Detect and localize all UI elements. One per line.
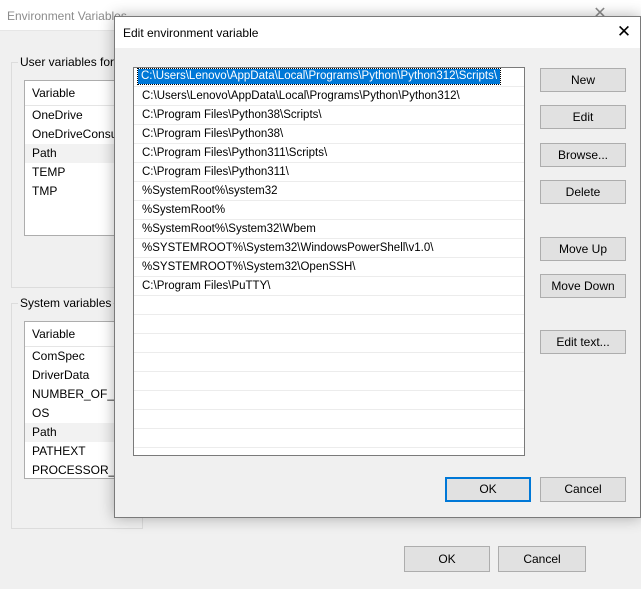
delete-button[interactable]: Delete <box>540 180 626 204</box>
ok-button[interactable]: OK <box>445 477 531 502</box>
path-list-item[interactable]: C:\Users\Lenovo\AppData\Local\Programs\P… <box>134 87 524 106</box>
path-list[interactable]: C:\Users\Lenovo\AppData\Local\Programs\P… <box>133 67 525 456</box>
path-list-item[interactable]: %SystemRoot%\System32\Wbem <box>134 220 524 239</box>
path-list-empty-row[interactable] <box>134 353 524 372</box>
dialog-title: Edit environment variable <box>123 26 259 40</box>
user-variables-label: User variables for l <box>18 55 118 69</box>
path-text: C:\Program Files\Python311\Scripts\ <box>142 147 328 159</box>
path-text: C:\Program Files\Python311\ <box>142 166 289 178</box>
path-text: C:\Users\Lenovo\AppData\Local\Programs\P… <box>136 68 502 85</box>
edit-environment-variable-dialog: Edit environment variable ✕ C:\Users\Len… <box>114 16 641 518</box>
path-text: C:\Program Files\Python38\Scripts\ <box>142 109 322 121</box>
system-variables-label: System variables <box>18 296 114 310</box>
path-text: %SystemRoot%\system32 <box>142 185 278 197</box>
path-list-empty-row[interactable] <box>134 391 524 410</box>
path-list-item[interactable]: C:\Program Files\Python311\Scripts\ <box>134 144 524 163</box>
bg-ok-button[interactable]: OK <box>404 546 490 572</box>
path-list-item[interactable]: C:\Program Files\PuTTY\ <box>134 277 524 296</box>
path-list-item[interactable]: C:\Program Files\Python38\ <box>134 125 524 144</box>
path-text: %SYSTEMROOT%\System32\WindowsPowerShell\… <box>142 242 434 254</box>
path-list-empty-row[interactable] <box>134 429 524 448</box>
dialog-titlebar: Edit environment variable ✕ <box>115 17 640 48</box>
path-list-item[interactable]: C:\Program Files\Python38\Scripts\ <box>134 106 524 125</box>
move-up-button[interactable]: Move Up <box>540 237 626 261</box>
path-list-empty-row[interactable] <box>134 410 524 429</box>
bg-window-title: Environment Variables <box>7 9 127 23</box>
path-list-empty-row[interactable] <box>134 334 524 353</box>
move-down-button[interactable]: Move Down <box>540 274 626 298</box>
path-list-item[interactable]: %SystemRoot%\system32 <box>134 182 524 201</box>
cancel-button[interactable]: Cancel <box>540 477 626 502</box>
path-list-item[interactable]: C:\Program Files\Python311\ <box>134 163 524 182</box>
path-list-item[interactable]: %SYSTEMROOT%\System32\WindowsPowerShell\… <box>134 239 524 258</box>
path-text: C:\Users\Lenovo\AppData\Local\Programs\P… <box>142 90 460 102</box>
path-text: C:\Program Files\Python38\ <box>142 128 284 140</box>
path-text: C:\Program Files\PuTTY\ <box>142 280 271 292</box>
path-text: %SYSTEMROOT%\System32\OpenSSH\ <box>142 261 356 273</box>
path-list-empty-row[interactable] <box>134 296 524 315</box>
browse-button[interactable]: Browse... <box>540 143 626 167</box>
path-text: %SystemRoot% <box>142 204 226 216</box>
close-icon[interactable]: ✕ <box>612 21 636 43</box>
path-list-item[interactable]: C:\Users\Lenovo\AppData\Local\Programs\P… <box>134 68 524 87</box>
edit-button[interactable]: Edit <box>540 105 626 129</box>
path-text: %SystemRoot%\System32\Wbem <box>142 223 316 235</box>
edit-text-button[interactable]: Edit text... <box>540 330 626 354</box>
path-list-item[interactable]: %SYSTEMROOT%\System32\OpenSSH\ <box>134 258 524 277</box>
path-list-empty-row[interactable] <box>134 372 524 391</box>
path-list-item[interactable]: %SystemRoot% <box>134 201 524 220</box>
bg-cancel-button[interactable]: Cancel <box>498 546 586 572</box>
path-list-empty-row[interactable] <box>134 315 524 334</box>
new-button[interactable]: New <box>540 68 626 92</box>
